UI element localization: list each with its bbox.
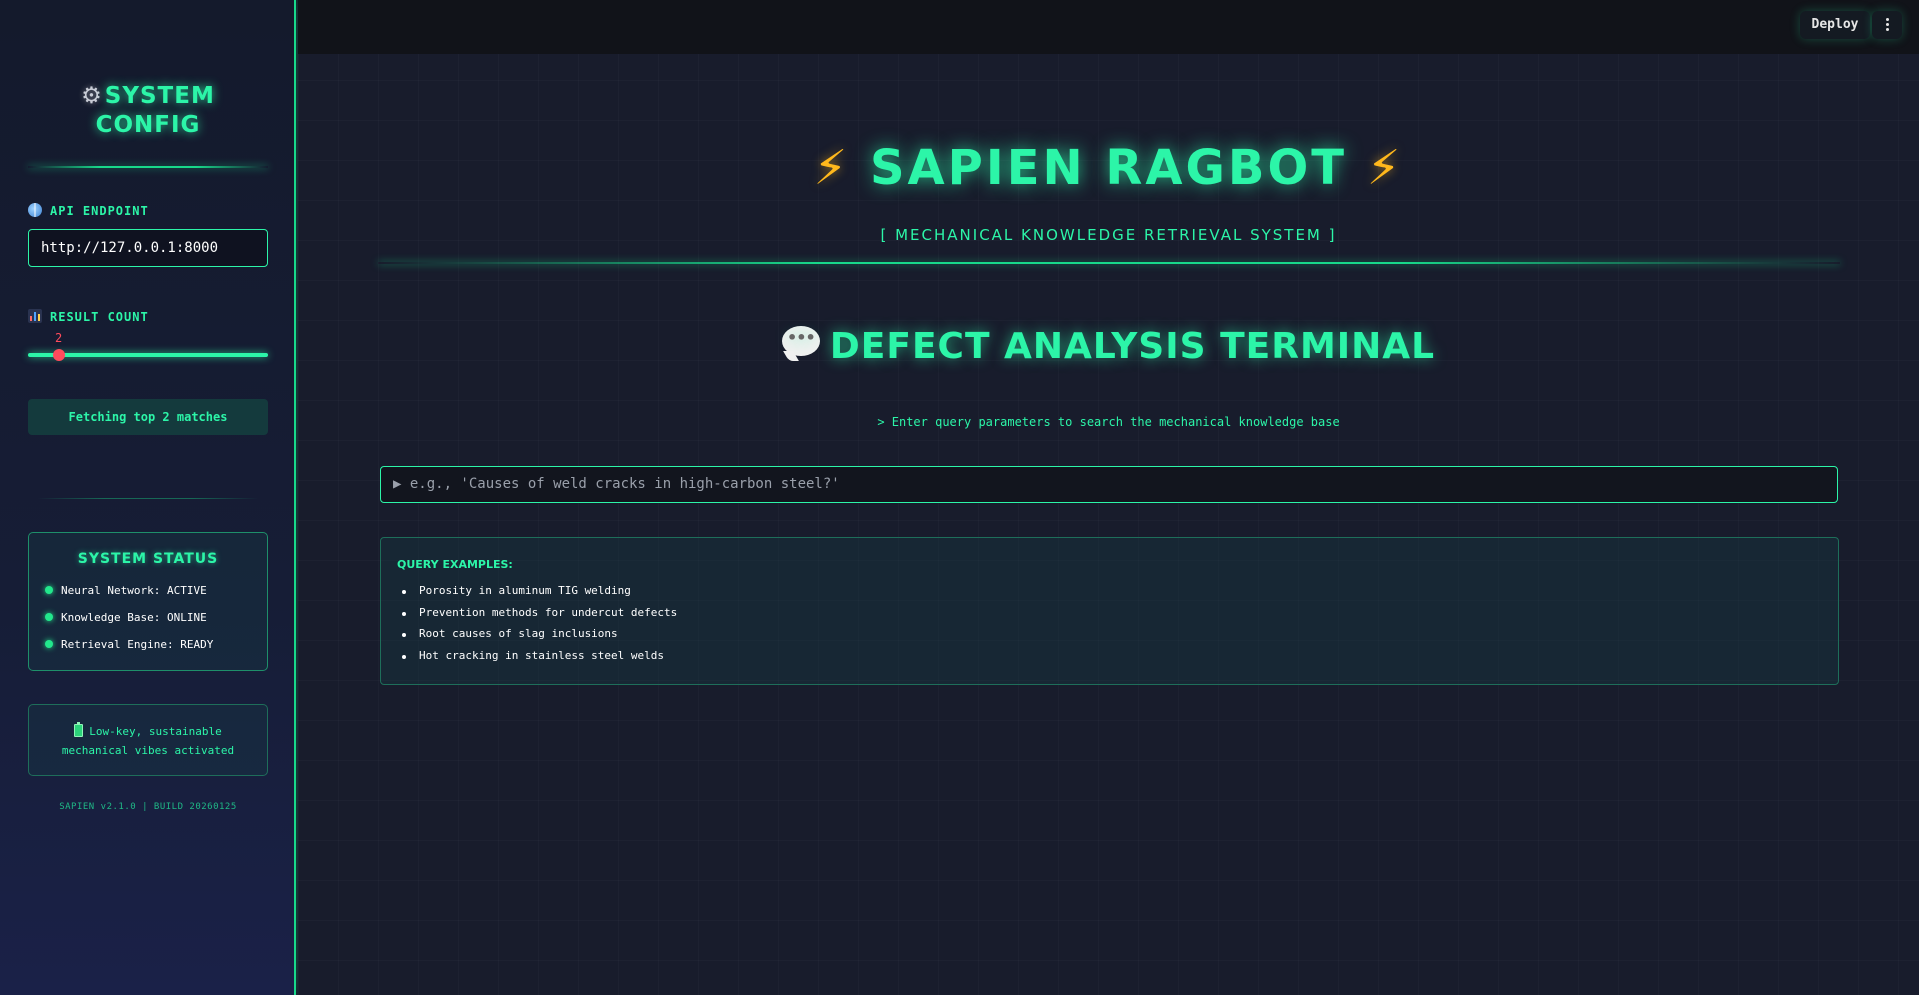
lightning-icon: ⚡ <box>1366 140 1404 196</box>
result-count-label: RESULT COUNT <box>28 309 149 324</box>
query-examples-box: QUERY EXAMPLES: Porosity in aluminum TIG… <box>380 537 1839 685</box>
app-title-text: SAPIEN RAGBOT <box>869 140 1348 196</box>
section-title-text: DEFECT ANALYSIS TERMINAL <box>829 326 1436 367</box>
status-dot-icon <box>45 613 53 621</box>
sidebar-title-line1: SYSTEM <box>104 83 215 109</box>
query-examples-title: QUERY EXAMPLES: <box>397 558 513 571</box>
status-item-text: Knowledge Base: ONLINE <box>61 611 207 624</box>
example-item: Prevention methods for undercut defects <box>401 606 678 619</box>
vibe-card: Low-key, sustainable mechanical vibes ac… <box>28 704 268 776</box>
gear-icon: ⚙ <box>81 83 103 109</box>
battery-icon <box>74 722 84 737</box>
vibe-line1: Low-key, sustainable <box>89 725 222 738</box>
api-endpoint-label-text: API ENDPOINT <box>50 204 149 218</box>
sidebar-title: ⚙SYSTEM CONFIG <box>0 82 296 140</box>
api-endpoint-label: API ENDPOINT <box>28 203 149 218</box>
result-count-label-text: RESULT COUNT <box>50 310 149 324</box>
header-divider <box>378 262 1840 264</box>
result-count-slider-thumb[interactable] <box>53 349 65 361</box>
system-status-card: SYSTEM STATUS Neural Network: ACTIVE Kno… <box>28 532 268 671</box>
status-item-text: Retrieval Engine: READY <box>61 638 214 651</box>
status-dot-icon <box>45 586 53 594</box>
app-subtitle: [ MECHANICAL KNOWLEDGE RETRIEVAL SYSTEM … <box>880 226 1337 244</box>
section-hint: > Enter query parameters to search the m… <box>877 415 1340 429</box>
status-item-retrieval-engine: Retrieval Engine: READY <box>45 638 213 651</box>
status-item-knowledge-base: Knowledge Base: ONLINE <box>45 611 207 624</box>
app-title: ⚡ SAPIEN RAGBOT ⚡ <box>298 140 1919 196</box>
sidebar-title-line2: CONFIG <box>95 112 201 138</box>
dot-icon <box>1886 23 1889 26</box>
query-input[interactable]: ▶ e.g., 'Causes of weld cracks in high-c… <box>380 466 1838 503</box>
example-item: Porosity in aluminum TIG welding <box>402 584 631 597</box>
status-dot-icon <box>45 640 53 648</box>
dot-icon <box>1886 28 1889 31</box>
top-toolbar <box>298 0 1919 54</box>
sidebar-divider-top <box>28 166 268 168</box>
fetch-info-box: Fetching top 2 matches <box>28 399 268 435</box>
example-item: Root causes of slag inclusions <box>402 627 618 640</box>
example-item: Hot cracking in stainless steel welds <box>401 649 665 662</box>
sidebar: ⚙SYSTEM CONFIG API ENDPOINT http://127.0… <box>0 0 296 995</box>
status-item-text: Neural Network: ACTIVE <box>61 584 207 597</box>
bar-chart-icon <box>28 309 42 323</box>
vibe-line2: mechanical vibes activated <box>61 744 235 757</box>
globe-icon <box>28 203 42 217</box>
speech-bubble-icon <box>781 326 820 356</box>
sidebar-divider-bottom <box>38 498 258 499</box>
more-menu-button[interactable] <box>1872 11 1902 39</box>
result-count-value: 2 <box>55 331 63 345</box>
system-status-title: SYSTEM STATUS <box>77 551 219 567</box>
status-item-neural-network: Neural Network: ACTIVE <box>45 584 207 597</box>
api-endpoint-input[interactable]: http://127.0.0.1:8000 <box>28 229 268 267</box>
lightning-icon: ⚡ <box>813 140 851 196</box>
version-info: SAPIEN v2.1.0 | BUILD 20260125 <box>59 802 237 812</box>
deploy-button[interactable]: Deploy <box>1800 11 1870 39</box>
dot-icon <box>1886 18 1889 21</box>
section-title: DEFECT ANALYSIS TERMINAL <box>298 326 1919 367</box>
